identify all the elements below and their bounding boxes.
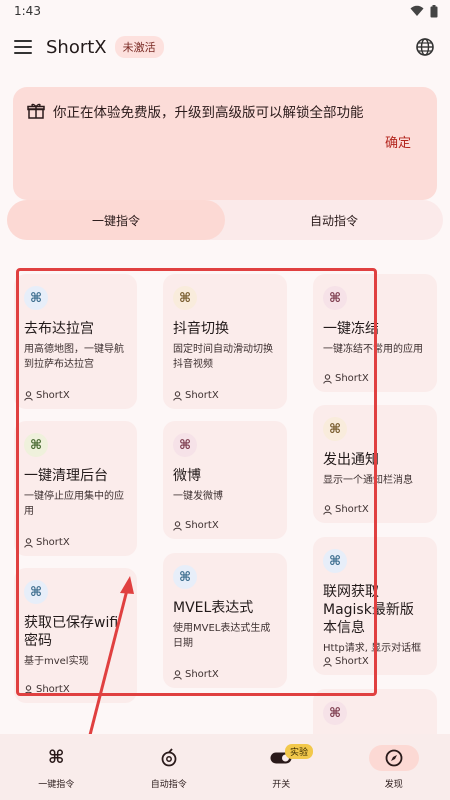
banner-confirm-button[interactable]: 确定 bbox=[385, 132, 411, 151]
command-icon: ⌘ bbox=[173, 565, 197, 589]
card-description: 用高德地图，一键导航到拉萨布达拉宫 bbox=[24, 344, 124, 370]
card-author: ShortX bbox=[24, 390, 70, 401]
card-author: ShortX bbox=[173, 669, 219, 680]
person-icon bbox=[24, 684, 33, 695]
battery-icon bbox=[430, 4, 438, 17]
app-title: ShortX bbox=[46, 36, 107, 58]
card-description: 一键冻结不常用的应用 bbox=[323, 344, 423, 355]
card-title: 一键冻结 bbox=[323, 321, 379, 337]
card-title: 一键清理后台 bbox=[24, 468, 108, 484]
nav-label: 开关 bbox=[272, 779, 291, 790]
card-title: 微博 bbox=[173, 468, 201, 484]
card-description: 使用MVEL表达式生成日期 bbox=[173, 623, 271, 649]
command-icon: ⌘ bbox=[323, 417, 347, 441]
command-card-notification[interactable]: ⌘ 发出通知 显示一个通知栏消息 ShortX bbox=[313, 405, 437, 523]
nav-label: 自动指令 bbox=[150, 779, 187, 790]
card-title: MVEL表达式 bbox=[173, 600, 254, 616]
upgrade-banner: 你正在体验免费版，升级到高级版可以解锁全部功能 确定 bbox=[13, 87, 437, 200]
command-icon: ⌘ bbox=[24, 433, 48, 457]
card-description: Http请求, 显示对话框 bbox=[323, 643, 422, 654]
status-time: 1:43 bbox=[14, 4, 41, 18]
tab-auto-commands[interactable]: 自动指令 bbox=[225, 200, 443, 240]
card-title: 抖音切换 bbox=[173, 321, 229, 337]
hamburger-menu-icon[interactable] bbox=[14, 40, 32, 54]
status-bar: 1:43 bbox=[0, 0, 450, 22]
nav-switches[interactable]: 实验 开关 bbox=[225, 734, 338, 800]
person-icon bbox=[323, 656, 332, 667]
command-icon: ⌘ bbox=[24, 286, 48, 310]
card-author: ShortX bbox=[173, 390, 219, 401]
card-description: 显示一个通知栏消息 bbox=[323, 475, 413, 486]
card-author: ShortX bbox=[323, 504, 369, 515]
command-icon: ⌘ bbox=[173, 286, 197, 310]
card-author: ShortX bbox=[173, 520, 219, 531]
nav-label: 一键指令 bbox=[38, 779, 75, 790]
card-description: 固定时间自动滑动切换抖音视频 bbox=[173, 344, 273, 370]
banner-text: 你正在体验免费版，升级到高级版可以解锁全部功能 bbox=[53, 105, 364, 121]
command-card-magisk[interactable]: ⌘ 联网获取Magisk最新版本信息 Http请求, 显示对话框 ShortX bbox=[313, 537, 437, 675]
card-title: 联网获取Magisk最新版本信息 bbox=[323, 584, 414, 636]
activation-badge[interactable]: 未激活 bbox=[114, 36, 164, 58]
card-title: 去布达拉宫 bbox=[24, 321, 94, 337]
person-icon bbox=[24, 390, 33, 401]
nav-one-key-commands[interactable]: ⌘ 一键指令 bbox=[0, 734, 113, 800]
auto-command-icon bbox=[161, 747, 177, 766]
card-description: 一键发微博 bbox=[173, 491, 223, 502]
gift-icon bbox=[27, 103, 45, 119]
globe-icon[interactable] bbox=[414, 36, 436, 58]
card-author: ShortX bbox=[24, 684, 70, 695]
command-card-mvel[interactable]: ⌘ MVEL表达式 使用MVEL表达式生成日期 ShortX bbox=[163, 553, 287, 688]
tab-one-key-commands[interactable]: 一键指令 bbox=[7, 200, 225, 240]
command-type-tabs: 一键指令 自动指令 bbox=[7, 200, 443, 240]
card-title: 获取已保存wifi密码 bbox=[24, 615, 119, 649]
card-author: ShortX bbox=[323, 373, 369, 384]
person-icon bbox=[173, 520, 182, 531]
nav-discover[interactable]: 发现 bbox=[338, 734, 450, 800]
wifi-icon bbox=[410, 5, 424, 16]
person-icon bbox=[173, 390, 182, 401]
person-icon bbox=[173, 669, 182, 680]
command-icon: ⌘ bbox=[323, 286, 347, 310]
command-icon: ⌘ bbox=[323, 549, 347, 573]
command-card-douyin-switch[interactable]: ⌘ 抖音切换 固定时间自动滑动切换抖音视频 ShortX bbox=[163, 274, 287, 409]
card-author: ShortX bbox=[323, 656, 369, 667]
person-icon bbox=[323, 373, 332, 384]
experimental-badge: 实验 bbox=[285, 744, 314, 759]
command-card-weibo[interactable]: ⌘ 微博 一键发微博 ShortX bbox=[163, 421, 287, 539]
app-bar: ShortX 未激活 bbox=[0, 26, 450, 68]
command-card-clean-background[interactable]: ⌘ 一键清理后台 一键停止应用集中的应用 ShortX bbox=[14, 421, 137, 556]
nav-auto-commands[interactable]: 自动指令 bbox=[113, 734, 226, 800]
card-description: 基于mvel实现 bbox=[24, 656, 89, 667]
command-icon: ⌘ bbox=[47, 747, 65, 768]
command-card-potala[interactable]: ⌘ 去布达拉宫 用高德地图，一键导航到拉萨布达拉宫 ShortX bbox=[14, 274, 137, 409]
compass-icon bbox=[385, 749, 403, 766]
command-card-wifi-password[interactable]: ⌘ 获取已保存wifi密码 基于mvel实现 ShortX bbox=[14, 568, 137, 703]
command-icon: ⌘ bbox=[24, 580, 48, 604]
command-icon: ⌘ bbox=[173, 433, 197, 457]
bottom-navigation: ⌘ 一键指令 自动指令 实验 开关 发现 bbox=[0, 734, 450, 800]
command-icon: ⌘ bbox=[323, 701, 347, 725]
nav-label: 发现 bbox=[384, 779, 403, 790]
command-card-freeze[interactable]: ⌘ 一键冻结 一键冻结不常用的应用 ShortX bbox=[313, 274, 437, 392]
card-description: 一键停止应用集中的应用 bbox=[24, 491, 124, 517]
person-icon bbox=[24, 537, 33, 548]
card-title: 发出通知 bbox=[323, 452, 379, 468]
card-author: ShortX bbox=[24, 537, 70, 548]
person-icon bbox=[323, 504, 332, 515]
